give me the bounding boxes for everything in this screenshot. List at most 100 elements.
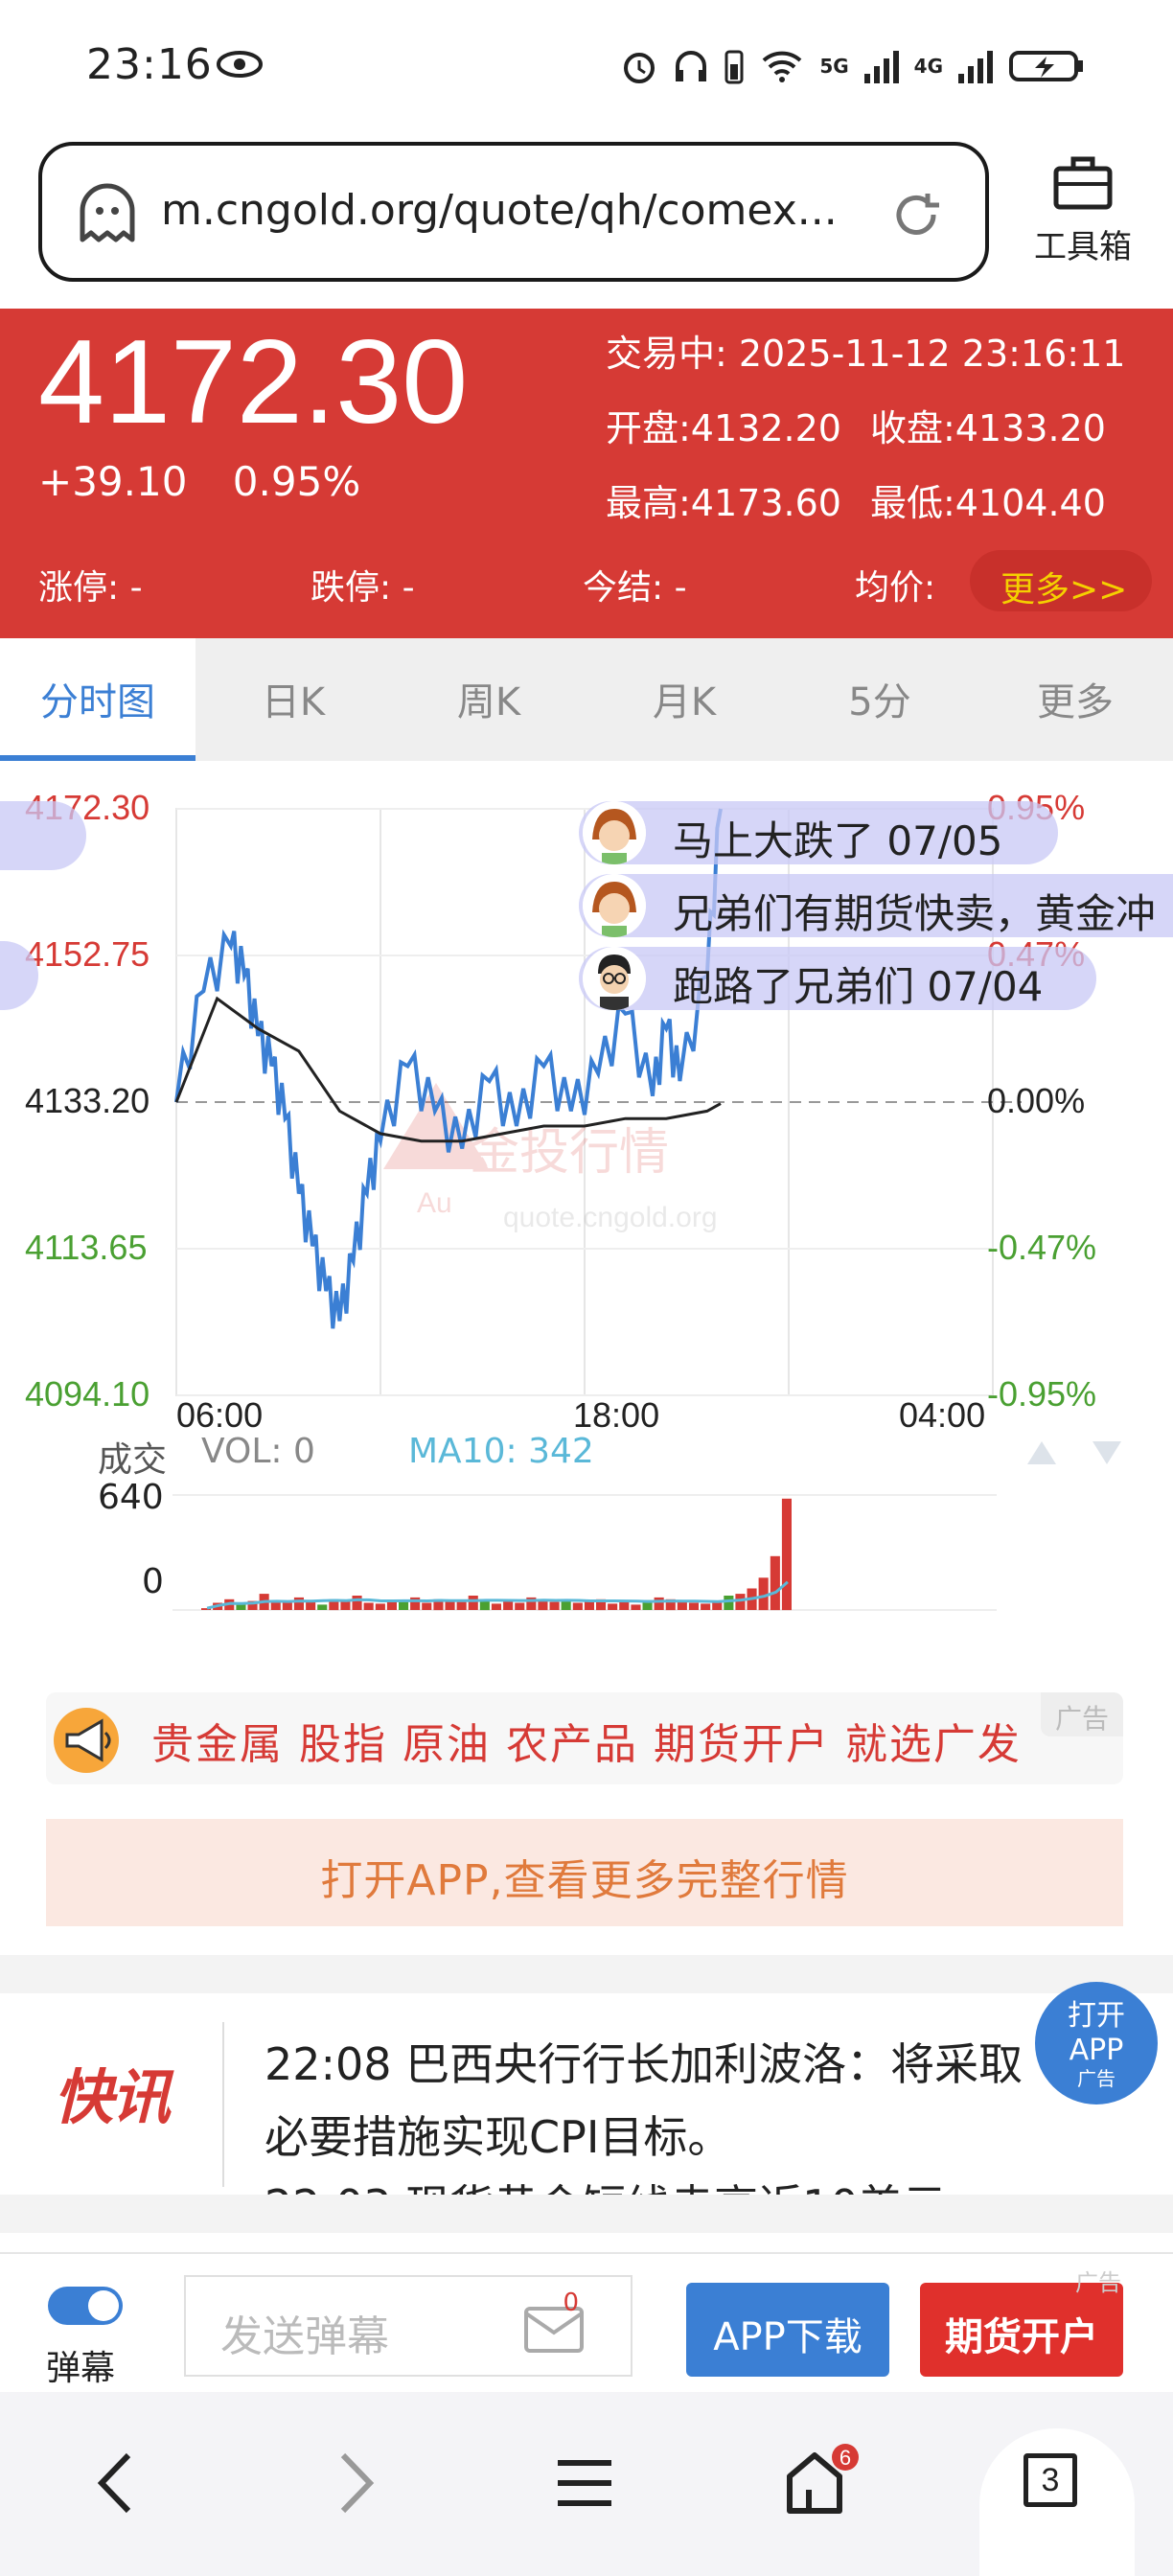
- volume-vol: VOL: 0: [201, 1432, 315, 1471]
- volume-bar: [654, 1597, 664, 1610]
- volume-bar: [399, 1601, 409, 1610]
- headphones-icon: [676, 51, 707, 81]
- tab-more[interactable]: 更多: [978, 638, 1173, 761]
- news-item-1[interactable]: 22:08 巴西央行行长加利波洛：将采取必要措施实现CPI目标。: [264, 2028, 1060, 2174]
- volume-bar: [701, 1603, 711, 1610]
- volume-bar: [306, 1601, 316, 1610]
- danmaku-bubble-1[interactable]: 马上大跌了 07/05: [579, 801, 1058, 864]
- scroll-up-icon[interactable]: [1025, 1438, 1058, 1466]
- avatar-man-icon: [583, 947, 646, 1010]
- volume-bar: [572, 1602, 583, 1610]
- volume-bar: [619, 1601, 630, 1610]
- volume-bar: [712, 1601, 723, 1610]
- last-price: 4172.30: [38, 316, 469, 448]
- open-close-row: 开盘:4132.20 收盘:4133.20: [606, 391, 1125, 466]
- volume-bar: [456, 1601, 467, 1610]
- tab-daily-k[interactable]: 日K: [196, 638, 391, 761]
- danmaku-label: 弹幕: [46, 2349, 116, 2388]
- megaphone-icon: [54, 1708, 119, 1773]
- send-danmaku-input[interactable]: 发送弹幕 0: [184, 2275, 632, 2377]
- y-tick-label: 4152.75: [25, 934, 150, 974]
- reload-icon[interactable]: [889, 188, 943, 242]
- forward-icon[interactable]: [332, 2450, 380, 2517]
- ad-tag: 广告: [1041, 1692, 1123, 1736]
- tab-switcher-button[interactable]: 3: [1024, 2453, 1077, 2507]
- x-tick-label: 06:00: [176, 1395, 264, 1435]
- quote-header: 4172.30 +39.10 0.95% 交易中: 2025-11-12 23:…: [0, 309, 1173, 638]
- toolbox-button[interactable]: 工具箱: [1016, 153, 1150, 267]
- eye-icon: [217, 51, 263, 78]
- volume-bars: [172, 1494, 997, 1611]
- float-open-app-button[interactable]: 打开 APP 广告: [1035, 1982, 1158, 2104]
- danmaku-edge-1: [0, 801, 86, 870]
- tab-intraday[interactable]: 分时图: [0, 638, 196, 761]
- watermark-site: quote.cngold.org: [503, 1202, 718, 1233]
- danmaku-text-2: 兄弟们有期货快卖，黄金冲: [673, 890, 1157, 937]
- tab-weekly-k[interactable]: 周K: [391, 638, 586, 761]
- avatar-girl-icon: [583, 801, 646, 864]
- danmaku-toggle[interactable]: [48, 2287, 123, 2325]
- scroll-down-icon[interactable]: [1091, 1438, 1123, 1466]
- volume-ma10: MA10: 342: [408, 1432, 594, 1471]
- url-text[interactable]: m.cngold.org/quote/qh/comex...: [161, 186, 838, 235]
- home-badge: 6: [840, 2446, 851, 2470]
- battery-small-icon: [724, 50, 744, 84]
- volume-bar: [445, 1600, 455, 1610]
- volume-bar: [549, 1601, 560, 1610]
- pct-tick-label: 0.00%: [987, 1081, 1086, 1120]
- y-tick-label: 4113.65: [25, 1228, 148, 1267]
- watermark-brand: 金投行情: [470, 1124, 669, 1182]
- status-bar: 23:16 5G 4G: [0, 0, 1173, 134]
- news-divider: [222, 2022, 224, 2187]
- danmaku-bubble-3[interactable]: 跑路了兄弟们 07/04: [579, 947, 1096, 1010]
- signal-icon-2: [958, 51, 993, 83]
- chart-tabs: 分时图 日K 周K 月K 5分 更多: [0, 638, 1173, 761]
- change-percent: 0.95%: [232, 458, 361, 505]
- danmaku-action-bar: 弹幕 发送弹幕 0 APP下载 期货开户 广告: [0, 2252, 1173, 2388]
- news-item-2[interactable]: 22:03 现货黄金短线走高近10美元: [264, 2170, 1060, 2195]
- tab-monthly-k[interactable]: 月K: [586, 638, 782, 761]
- tab-5min[interactable]: 5分: [782, 638, 978, 761]
- y-tick-label: 4133.20: [25, 1081, 150, 1120]
- volume-bar: [375, 1603, 385, 1610]
- danmaku-bubble-2[interactable]: 兄弟们有期货快卖，黄金冲: [579, 874, 1173, 937]
- news-flash[interactable]: 快讯 22:08 巴西央行行长加利波洛：将采取必要措施实现CPI目标。 22:0…: [0, 1993, 1173, 2195]
- app-download-button[interactable]: APP下载: [686, 2283, 889, 2377]
- limits-row: 涨停: - 跌停: - 今结: - 均价: 更多>>: [38, 550, 1169, 611]
- menu-icon[interactable]: [556, 2450, 613, 2517]
- float-app-line2: APP: [1069, 2034, 1124, 2067]
- more-button[interactable]: 更多>>: [970, 550, 1152, 611]
- send-danmaku-placeholder: 发送弹幕: [220, 2312, 389, 2361]
- limit-down: 跌停: -: [310, 568, 415, 608]
- back-icon[interactable]: [92, 2450, 140, 2517]
- volume-bar: [468, 1596, 478, 1610]
- network-4g: 4G: [913, 55, 943, 78]
- volume-bar: [503, 1600, 514, 1610]
- intraday-chart[interactable]: Au 金投行情 quote.cngold.org 4172.300.95%415…: [0, 767, 1173, 1629]
- x-tick-label: 04:00: [899, 1395, 986, 1435]
- volume-bar: [491, 1603, 501, 1610]
- y-tick-label: 4094.10: [25, 1374, 150, 1414]
- change-value: +39.10: [38, 458, 188, 505]
- status-icons: 5G 4G: [620, 42, 1085, 90]
- futures-account-button[interactable]: 期货开户 广告: [920, 2269, 1123, 2377]
- danmaku-text-1: 马上大跌了 07/05: [673, 817, 1003, 864]
- volume-label: 成交: [98, 1440, 168, 1480]
- address-bar[interactable]: m.cngold.org/quote/qh/comex...: [38, 142, 989, 282]
- ad-banner[interactable]: 贵金属 股指 原油 农产品 期货开户 就选广发 广告: [46, 1692, 1123, 1784]
- avatar-girl-icon: [583, 874, 646, 937]
- open-app-banner[interactable]: 打开APP,查看更多完整行情: [46, 1819, 1123, 1926]
- section-divider: [0, 1955, 1173, 1993]
- toolbox-icon: [1053, 156, 1113, 210]
- pct-tick-label: -0.47%: [987, 1228, 1097, 1267]
- ad-text[interactable]: 贵金属 股指 原油 农产品 期货开户 就选广发: [151, 1710, 1022, 1771]
- volume-bar: [317, 1604, 328, 1610]
- network-5g: 5G: [819, 55, 849, 78]
- volume-bar: [584, 1600, 594, 1610]
- float-app-tag: 广告: [1077, 2067, 1116, 2090]
- x-tick-label: 18:00: [573, 1395, 660, 1435]
- battery-charging-icon: [1009, 51, 1083, 81]
- home-icon[interactable]: 6: [784, 2444, 861, 2520]
- volume-bar: [293, 1597, 304, 1610]
- alarm-icon: [624, 53, 656, 83]
